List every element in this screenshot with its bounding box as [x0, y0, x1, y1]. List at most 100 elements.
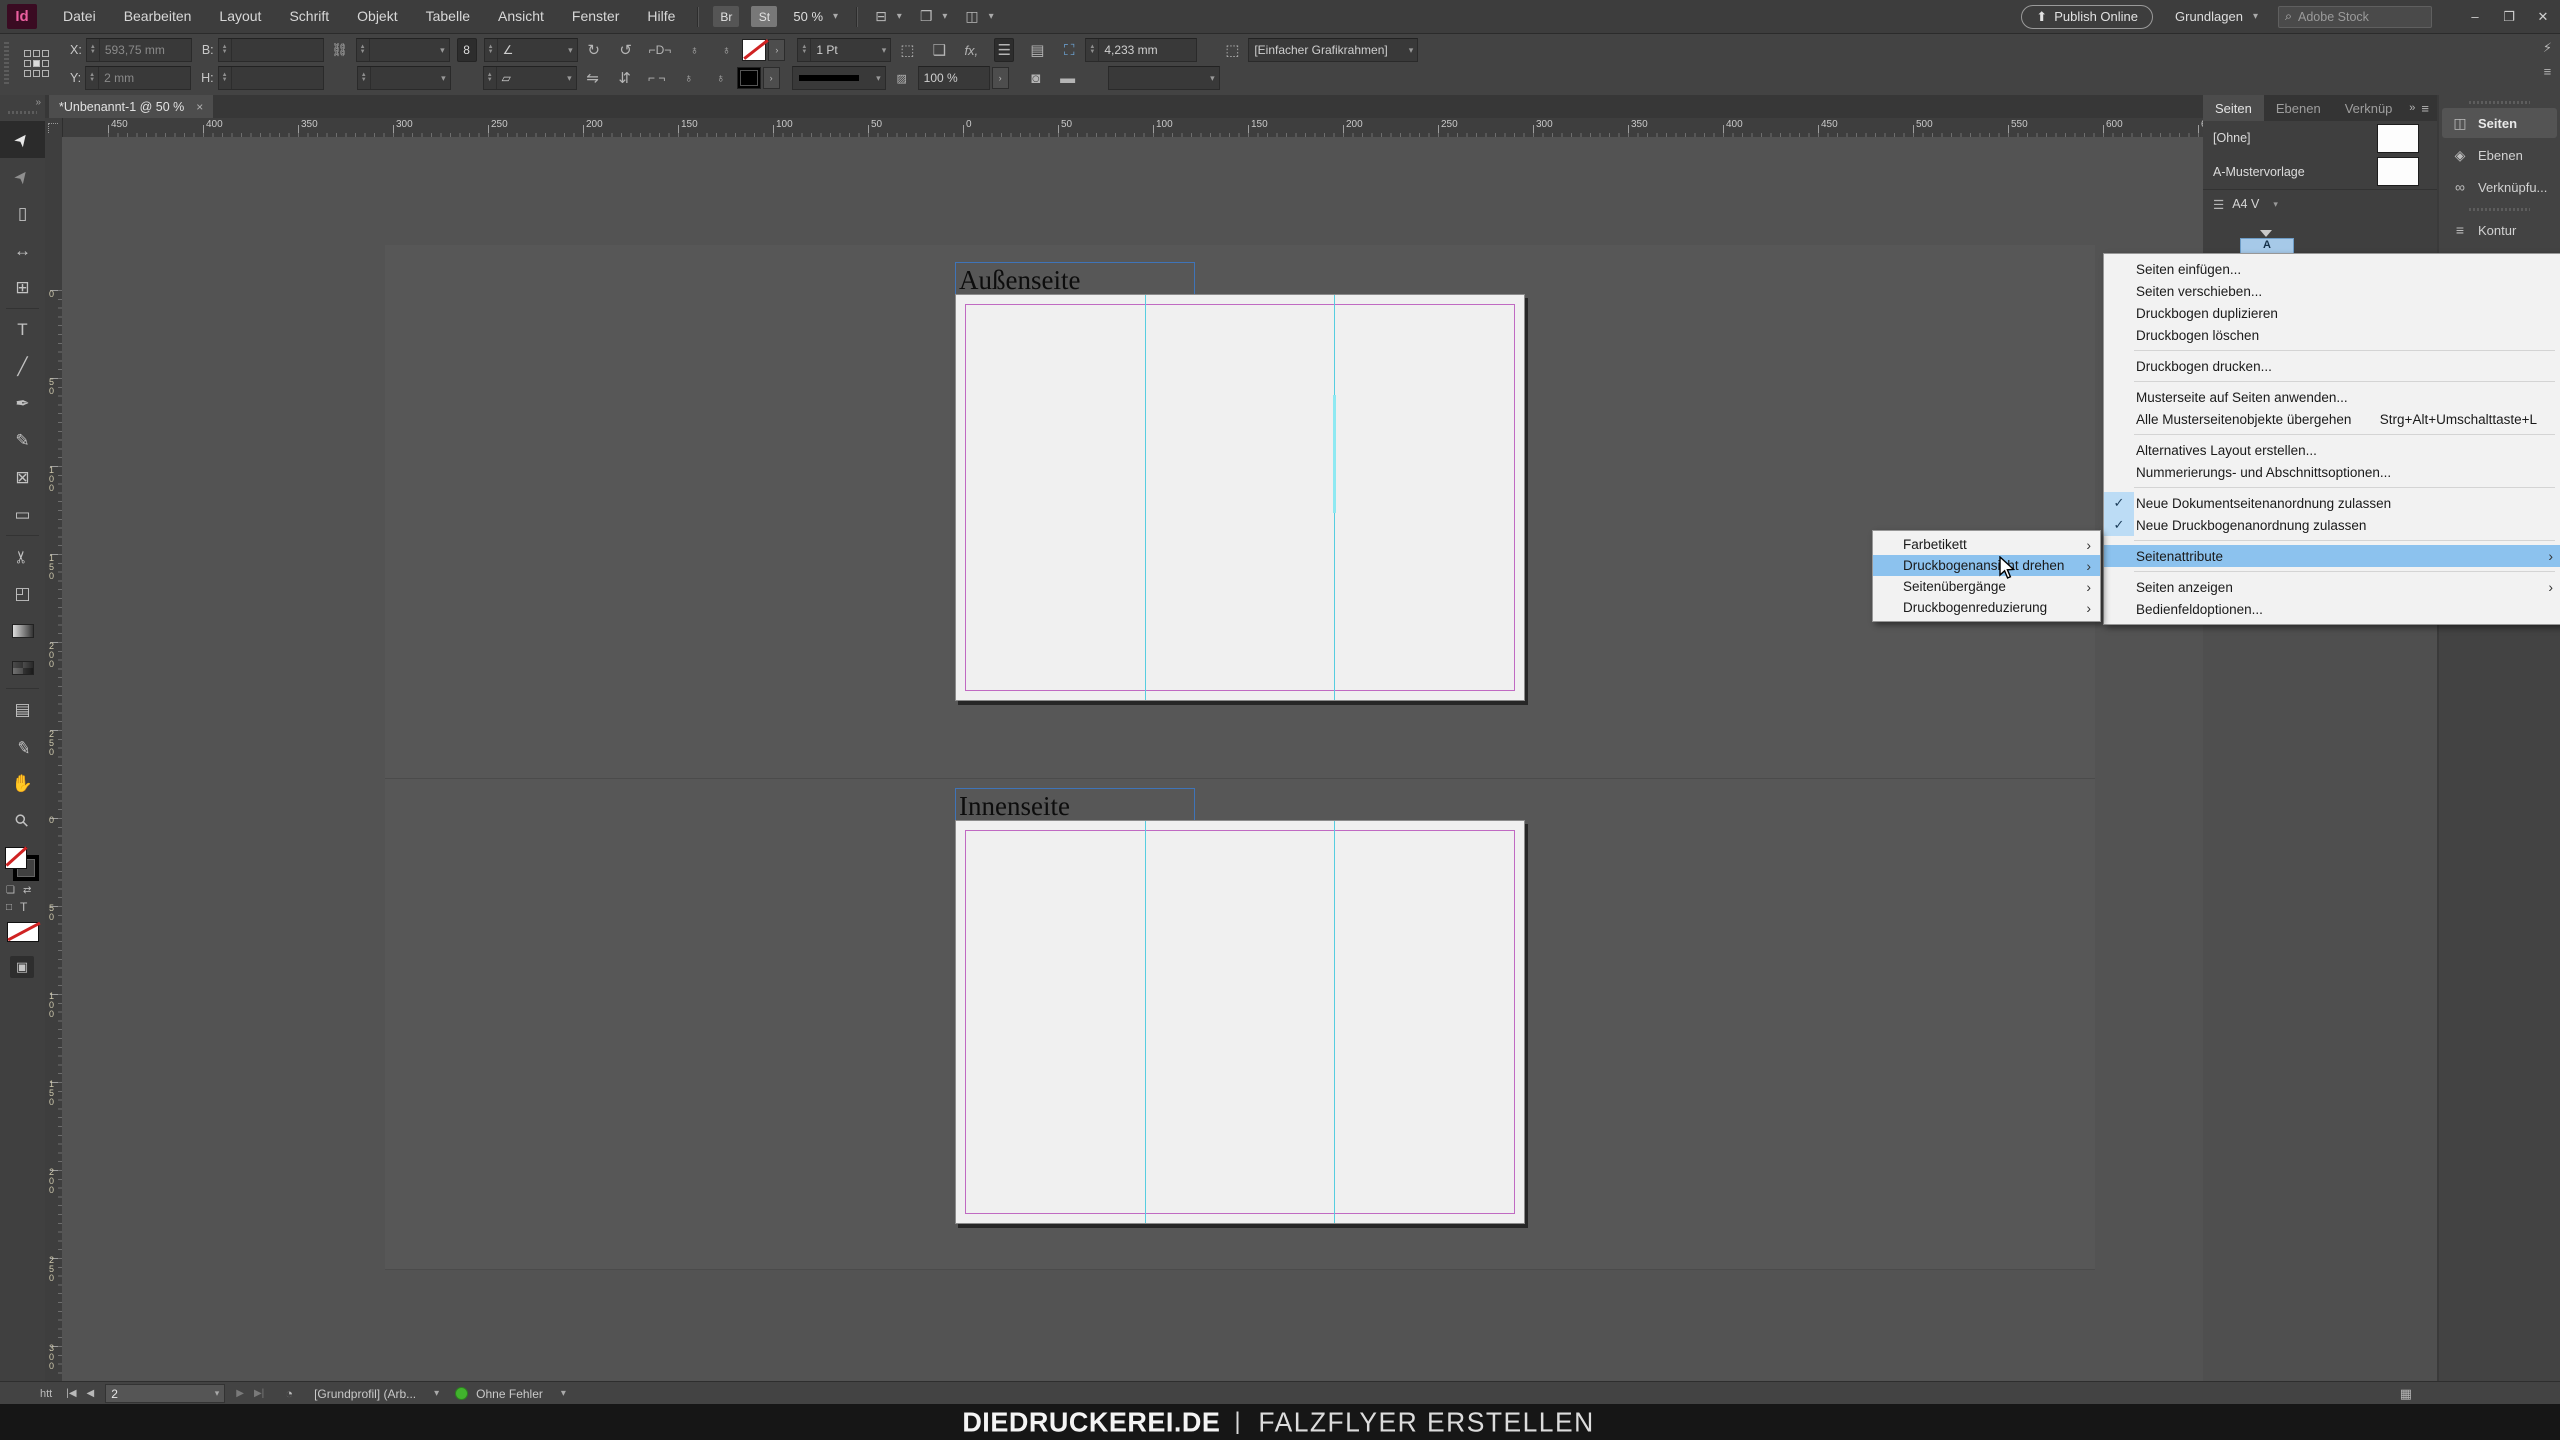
adobe-stock-search[interactable]: ⌕ Adobe Stock	[2278, 6, 2432, 28]
quick-apply-icon[interactable]: ⚡	[2543, 40, 2552, 56]
select-previous-object-icon[interactable]: ♁	[685, 39, 703, 61]
text-frame-innenseite[interactable]: Innenseite	[955, 788, 1195, 822]
panel-overflow-icon[interactable]: »	[2405, 102, 2419, 114]
direct-selection-tool[interactable]: ➤	[0, 158, 45, 195]
frame-tool[interactable]: ⊠	[0, 459, 45, 496]
dock-item-kontur[interactable]: ≡Kontur	[2442, 215, 2557, 245]
text-wrap-icon[interactable]: ◙	[1027, 67, 1045, 89]
flip-vertical-icon[interactable]: ⇵	[616, 67, 634, 89]
menu-ansicht[interactable]: Ansicht	[484, 0, 558, 33]
first-page-icon[interactable]: |◀	[66, 1388, 76, 1399]
default-swatches-icon[interactable]: ❏	[6, 885, 15, 896]
horizontal-ruler[interactable]: 4504003503002502001501005005010015020025…	[45, 118, 2203, 138]
dock-item-ebenen[interactable]: ◈Ebenen	[2442, 140, 2557, 170]
menu-item-bedienfeldoptionen[interactable]: Bedienfeldoptionen...	[2104, 598, 2560, 620]
object-style-dropdown[interactable]: [Einfacher Grafikrahmen]▾	[1248, 38, 1418, 62]
menu-layout[interactable]: Layout	[205, 0, 275, 33]
fill-color-swatch[interactable]	[737, 67, 761, 89]
stroke-color-swatch[interactable]	[742, 39, 766, 61]
content-collector-tool[interactable]: ⊞	[0, 269, 45, 306]
control-panel-menu-icon[interactable]: ≡	[2544, 64, 2552, 79]
page-number-dropdown[interactable]: 2 ▾	[105, 1384, 225, 1403]
tools-grip[interactable]	[8, 111, 37, 114]
fill-options-button[interactable]: ›	[763, 67, 780, 89]
pen-tool[interactable]: ✒	[0, 385, 45, 422]
width-field[interactable]: ▲▼	[218, 38, 324, 62]
text-frame-ausenseite[interactable]: Außenseite	[955, 262, 1195, 296]
menu-item-seiten-einfügen[interactable]: Seiten einfügen...	[2104, 258, 2560, 280]
document-tab[interactable]: *Unbenannt-1 @ 50 % ×	[49, 95, 213, 118]
link-scale-button[interactable]: 8	[457, 38, 477, 62]
menu-bearbeiten[interactable]: Bearbeiten	[110, 0, 206, 33]
frame-fitting-icon[interactable]: ⛶	[1060, 39, 1078, 61]
formatting-text-icon[interactable]: T	[20, 900, 27, 914]
fill-swatch[interactable]	[5, 847, 27, 869]
error-status-dropdown[interactable]: Ohne Fehler ▾	[455, 1387, 566, 1401]
x-position-field[interactable]: ▲▼593,75 mm	[86, 38, 192, 62]
corner-options-icon[interactable]: ⬚	[898, 39, 916, 61]
preflight-icon[interactable]: ◔	[285, 1386, 293, 1401]
selection-tool[interactable]: ➤	[0, 121, 45, 158]
zoom-level-dropdown[interactable]: 50 % ▾	[793, 9, 838, 24]
scissors-tool[interactable]: ✂	[0, 538, 45, 575]
apply-none-button[interactable]	[7, 922, 39, 942]
rotate-cw-icon[interactable]: ↻	[585, 39, 603, 61]
dock-item-seiten[interactable]: ◫Seiten	[2442, 108, 2557, 138]
opacity-field[interactable]: 100 %	[918, 66, 990, 90]
y-position-field[interactable]: ▲▼2 mm	[85, 66, 191, 90]
menu-item-seitenattribute[interactable]: Seitenattribute›	[2104, 545, 2560, 567]
swap-fill-stroke-icon[interactable]: ⇄	[23, 885, 31, 896]
formatting-container-icon[interactable]: □	[6, 902, 12, 913]
wrap-bounding-box-icon[interactable]: ▤	[1028, 39, 1046, 61]
reference-point-proxy[interactable]	[24, 50, 50, 78]
menu-tabelle[interactable]: Tabelle	[412, 0, 484, 33]
rotation-angle-dropdown[interactable]: ▲▼∠▾	[484, 38, 578, 62]
shear-angle-dropdown[interactable]: ▲▼▱▾	[483, 66, 577, 90]
menu-datei[interactable]: Datei	[49, 0, 110, 33]
menu-fenster[interactable]: Fenster	[558, 0, 633, 33]
stroke-type-dropdown[interactable]: ▾	[792, 66, 886, 90]
workspace-switcher[interactable]: Grundlagen ▾	[2175, 9, 2258, 24]
vertical-ruler[interactable]: 05 01 0 01 5 02 0 02 5 005 01 0 01 5 02 …	[45, 137, 63, 1381]
submenu-item-seitenübergänge[interactable]: Seitenübergänge›	[1873, 576, 2100, 597]
scale-y-dropdown[interactable]: ▲▼▾	[357, 66, 451, 90]
menu-item-alle-musterseitenobjekte-übergehen[interactable]: Alle Musterseitenobjekte übergehenStrg+A…	[2104, 408, 2560, 430]
constrain-proportions-icon[interactable]: ⛓	[331, 39, 349, 61]
note-tool[interactable]: ▤	[0, 691, 45, 728]
submenu-item-druckbogenreduzierung[interactable]: Druckbogenreduzierung›	[1873, 597, 2100, 618]
close-tab-icon[interactable]: ×	[196, 100, 203, 114]
previous-page-icon[interactable]: ◀	[87, 1388, 95, 1399]
page-spread-inside[interactable]	[955, 820, 1525, 1224]
next-page-icon[interactable]: ▶	[236, 1388, 244, 1399]
menu-item-neue-dokumentseitenanordnung-zulassen[interactable]: ✓Neue Dokumentseitenanordnung zulassen	[2104, 492, 2560, 514]
effects-icon[interactable]: fx,	[962, 39, 980, 61]
free-transform-tool[interactable]: ◰	[0, 575, 45, 612]
view-options-dropdown[interactable]: ⊟▾	[875, 8, 902, 25]
hand-tool[interactable]: ✋	[0, 765, 45, 802]
gradient-swatch-tool[interactable]	[0, 612, 45, 649]
fold-guide[interactable]	[1145, 821, 1146, 1223]
type-tool[interactable]: T	[0, 311, 45, 348]
opacity-options-button[interactable]: ›	[992, 67, 1009, 89]
gap-tool[interactable]: ↔	[0, 232, 45, 269]
menu-item-druckbogen-drucken[interactable]: Druckbogen drucken...	[2104, 355, 2560, 377]
menu-hilfe[interactable]: Hilfe	[633, 0, 689, 33]
menu-item-druckbogen-löschen[interactable]: Druckbogen löschen	[2104, 324, 2560, 346]
rectangle-tool[interactable]: ▭	[0, 496, 45, 533]
menu-item-druckbogen-duplizieren[interactable]: Druckbogen duplizieren	[2104, 302, 2560, 324]
corner-radius-field[interactable]: ▲▼4,233 mm	[1085, 38, 1197, 62]
menu-item-nummerierungs-und-abschnittsoptionen[interactable]: Nummerierungs- und Abschnittsoptionen...	[2104, 461, 2560, 483]
select-container-icon[interactable]: ⌐D¬	[649, 39, 672, 61]
bridge-button[interactable]: Br	[713, 6, 739, 27]
height-field[interactable]: ▲▼	[218, 66, 324, 90]
tab-seiten[interactable]: Seiten	[2203, 95, 2264, 121]
panel-menu-icon[interactable]: ≡	[2419, 101, 2437, 116]
page-size-row[interactable]: ☰ A4 V ▾	[2203, 189, 2437, 218]
stroke-weight-field[interactable]: ▲▼1 Pt▾	[797, 38, 891, 62]
screen-mode-dropdown[interactable]: ❒▾	[920, 8, 948, 25]
selected-guide-segment[interactable]	[1333, 395, 1336, 513]
menu-item-seiten-anzeigen[interactable]: Seiten anzeigen›	[2104, 576, 2560, 598]
page-tool[interactable]: ▯	[0, 195, 45, 232]
select-content-icon[interactable]: ⌐ ¬	[648, 67, 666, 89]
menu-item-neue-druckbogenanordnung-zulassen[interactable]: ✓Neue Druckbogenanordnung zulassen	[2104, 514, 2560, 536]
